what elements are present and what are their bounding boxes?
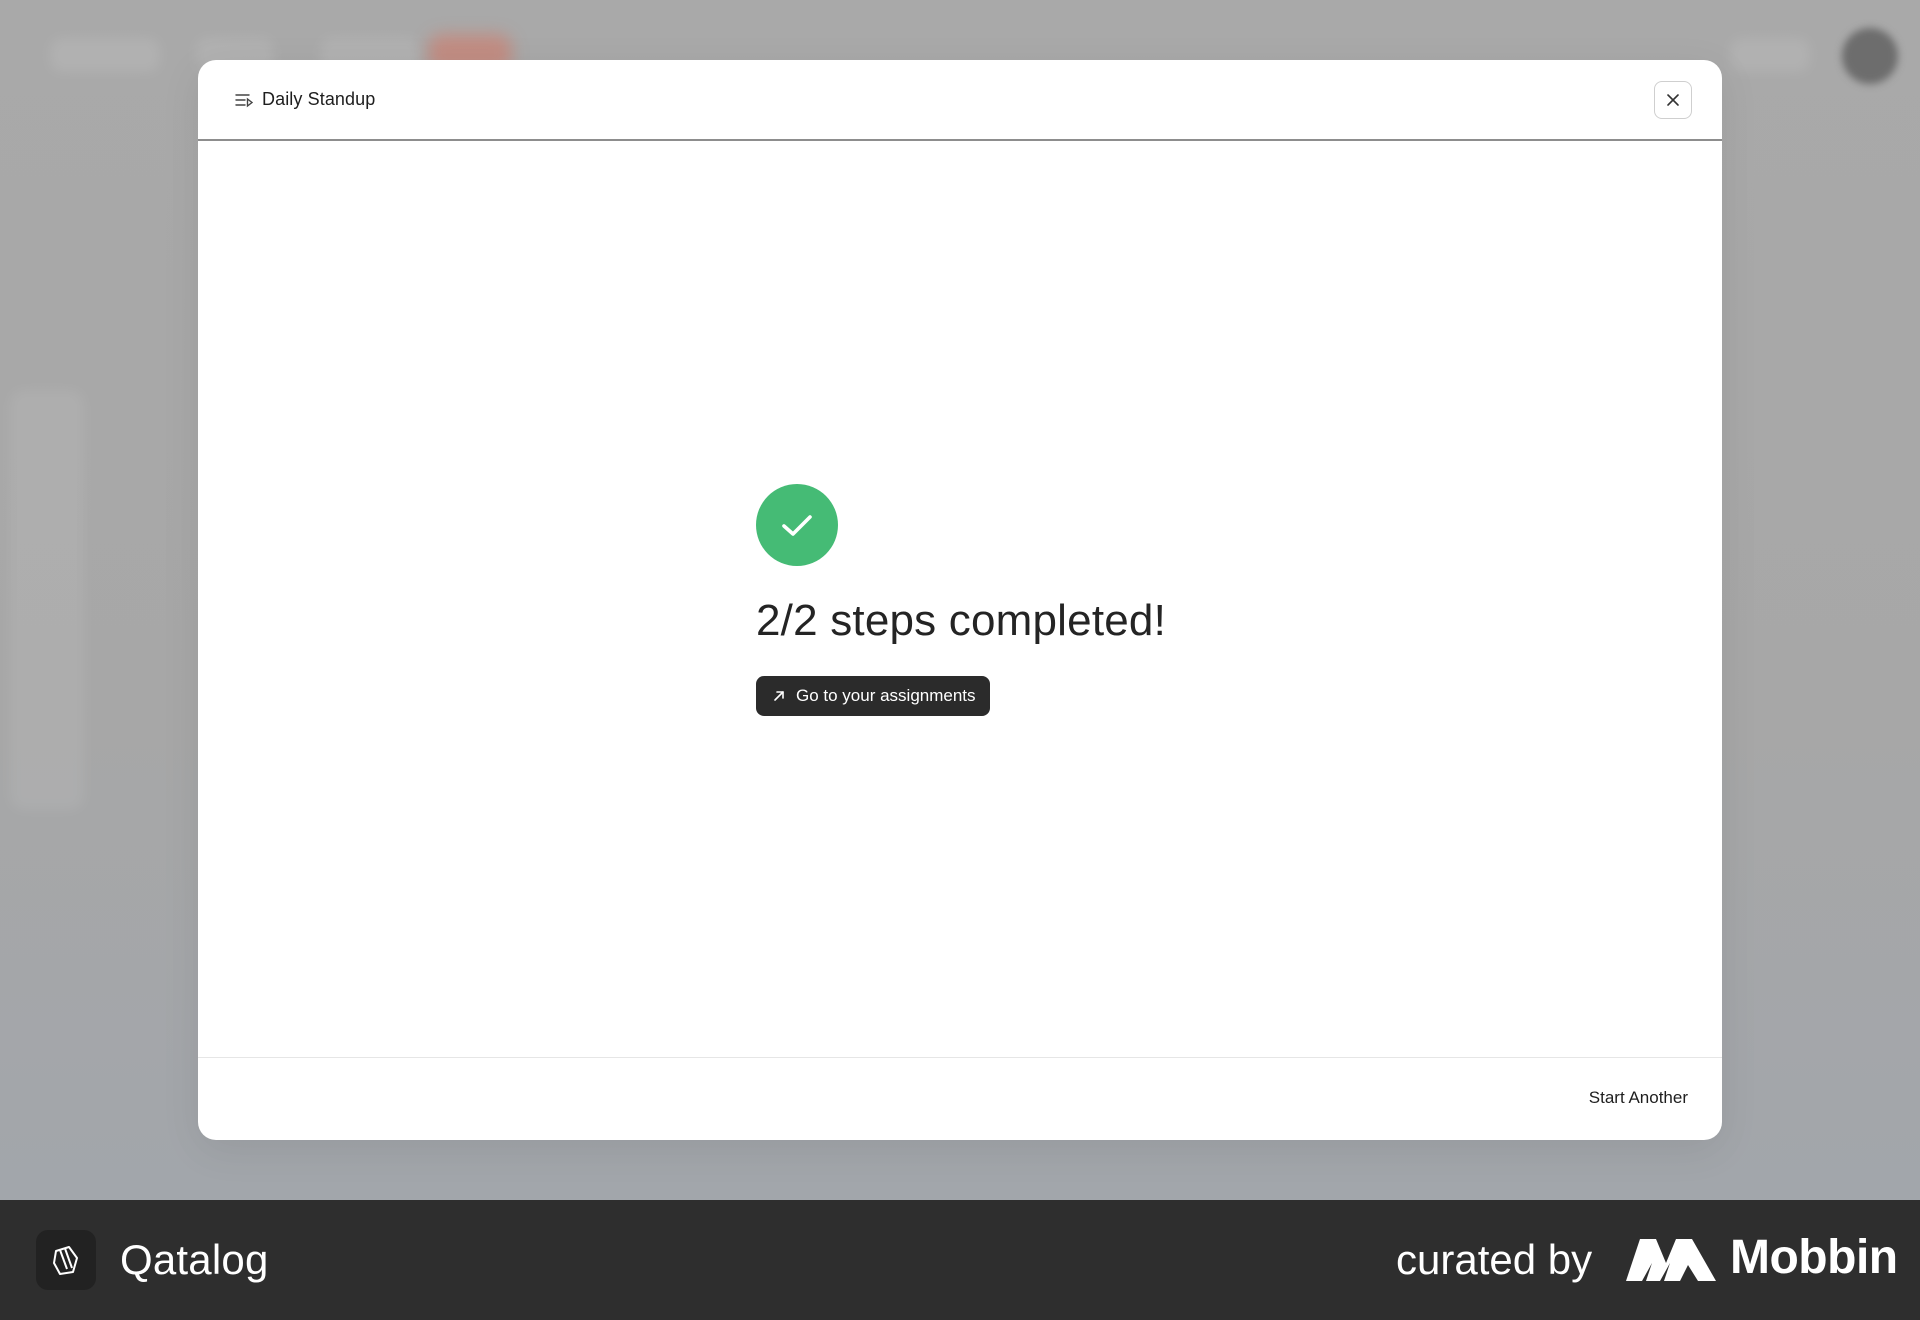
close-icon (1665, 92, 1681, 108)
curated-by-text: curated by (1396, 1236, 1593, 1283)
qatalog-logo-icon (36, 1230, 96, 1290)
mobbin-logo-icon (1626, 1239, 1716, 1281)
completion-content: 2/2 steps completed! Go to your assignme… (756, 484, 1166, 716)
background-nav-item (50, 38, 160, 72)
background-avatar (1842, 28, 1898, 84)
dialog-header: Daily Standup (198, 60, 1722, 141)
dialog-footer: Start Another (198, 1057, 1722, 1140)
success-badge (756, 484, 838, 566)
brand-name: Qatalog (120, 1236, 269, 1283)
arrow-up-right-icon (772, 689, 786, 703)
attribution-banner: Qatalog curated by Mobbin (0, 1200, 1920, 1320)
background-sidebar (10, 390, 84, 810)
dialog-title-group: Daily Standup (234, 89, 375, 110)
dialog-title: Daily Standup (262, 89, 376, 109)
start-another-button[interactable]: Start Another (1589, 1088, 1688, 1108)
go-to-assignments-label: Go to your assignments (796, 686, 976, 705)
list-icon (234, 90, 254, 110)
close-button[interactable] (1654, 81, 1692, 119)
background-header-button (1730, 38, 1810, 72)
check-icon (779, 507, 815, 543)
completion-title: 2/2 steps completed! (756, 596, 1167, 645)
mobbin-wordmark: Mobbin (1730, 1231, 1898, 1284)
completion-dialog: Daily Standup 2/2 steps completed! Go to… (198, 60, 1722, 1140)
go-to-assignments-button[interactable]: Go to your assignments (756, 676, 990, 716)
